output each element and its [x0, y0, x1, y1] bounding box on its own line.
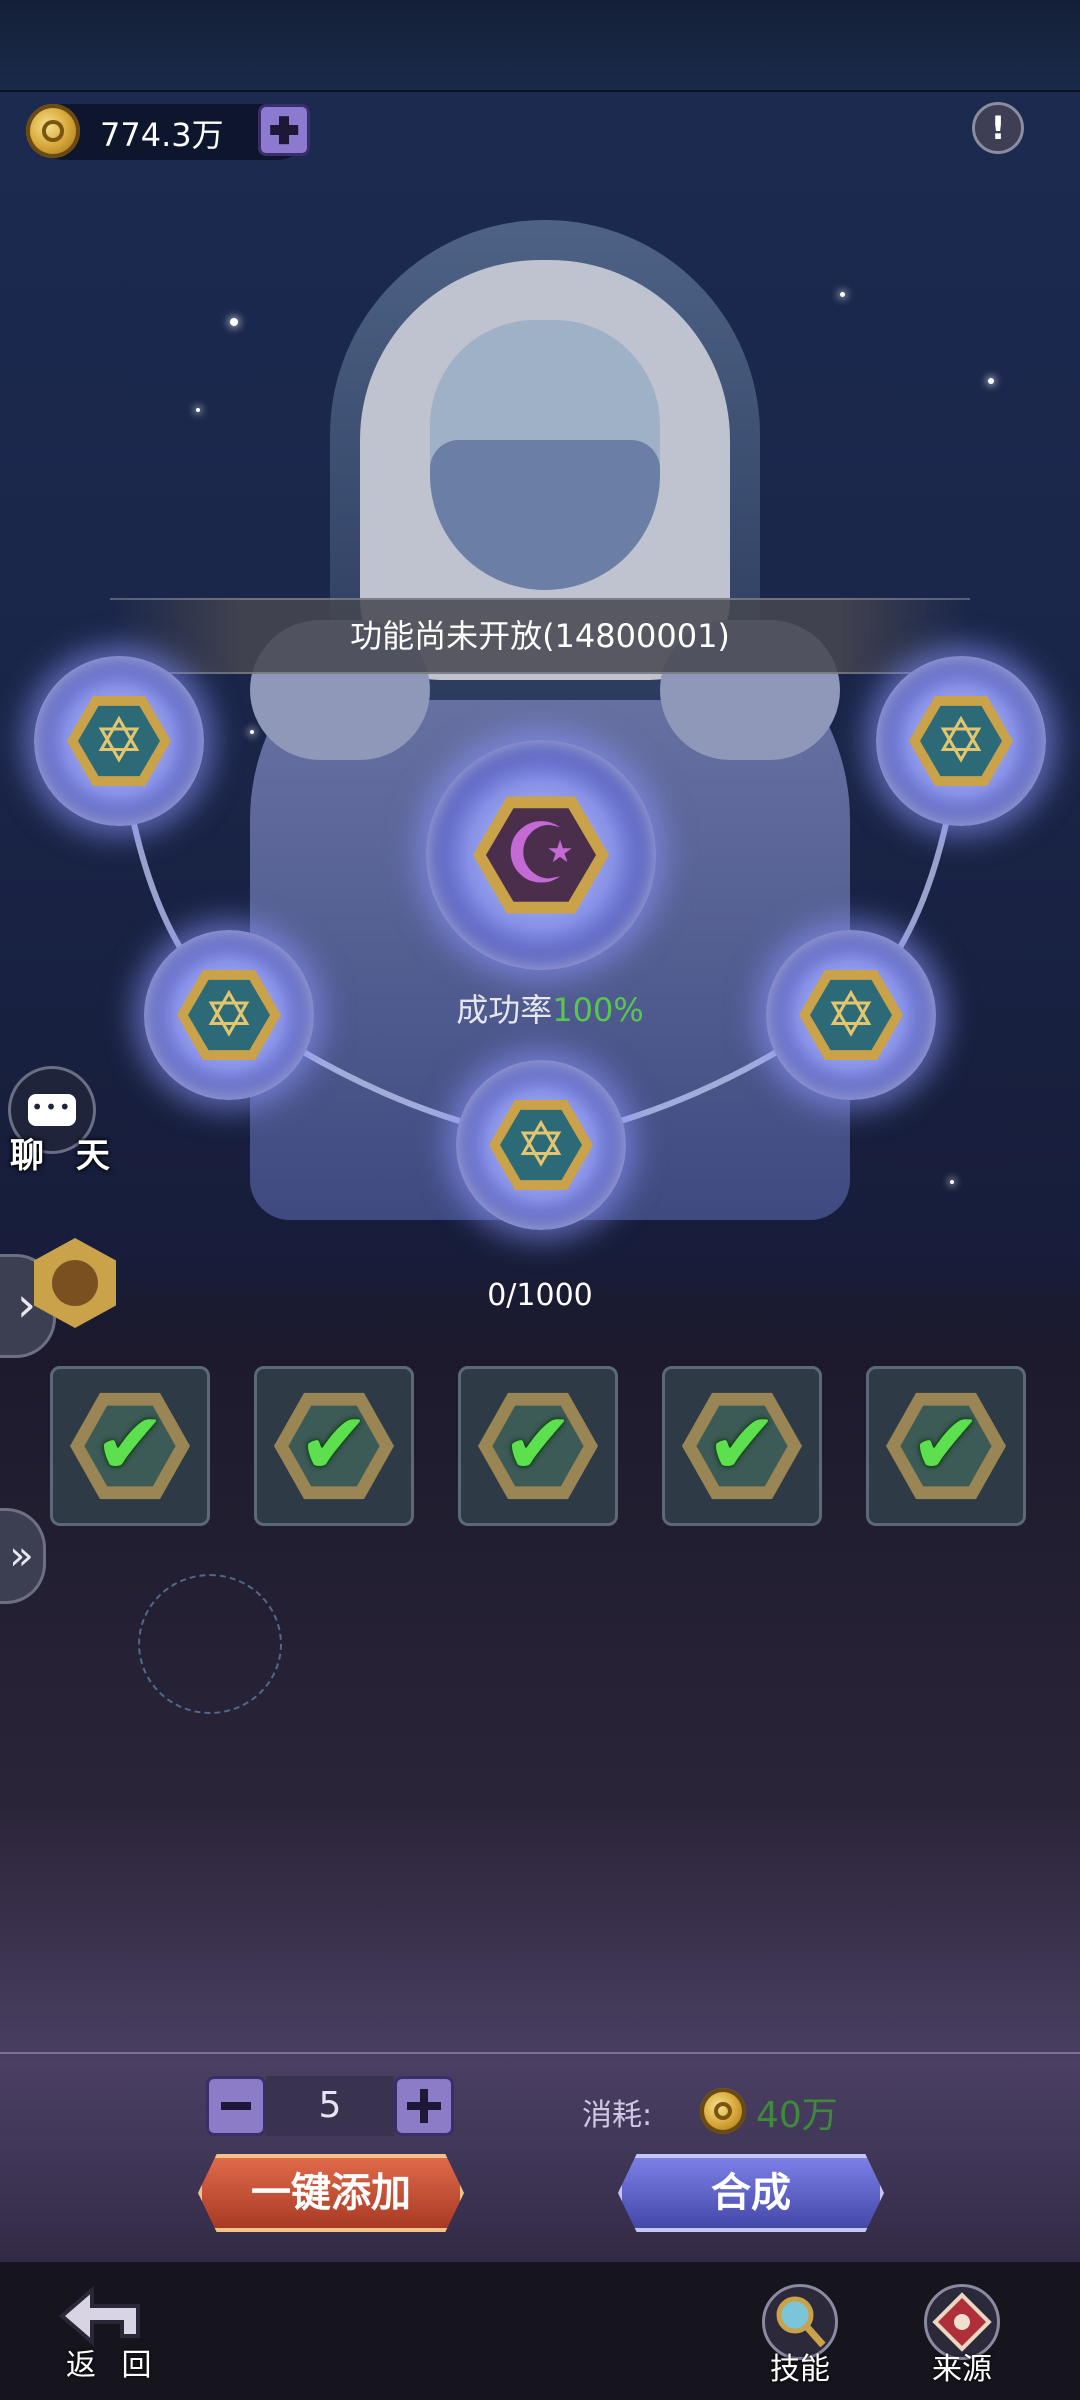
quantity-value[interactable]: 5 [266, 2076, 394, 2136]
material-orb-slot[interactable]: ✡ [766, 930, 936, 1100]
hexagram-icon: ✡ [825, 978, 877, 1051]
material-slot[interactable]: ✔ [50, 1366, 210, 1526]
checkmark-icon: ✔ [705, 1394, 779, 1495]
checkmark-icon: ✔ [501, 1394, 575, 1495]
result-orb[interactable]: ☪ [426, 740, 656, 970]
chat-bubble-icon: ••• [28, 1094, 76, 1126]
success-rate: 成功率100% [440, 985, 660, 1031]
locked-notice-banner: 功能尚未开放(14800001) [110, 598, 970, 674]
material-slot[interactable]: ✔ [458, 1366, 618, 1526]
checkmark-icon: ✔ [93, 1394, 167, 1495]
bottom-bar [0, 2262, 1080, 2400]
checkmark-icon: ✔ [297, 1394, 371, 1495]
double-chevron-right-icon: » [9, 1533, 34, 1579]
hexagram-icon: ✡ [93, 704, 145, 777]
source-label: 来源 [932, 2352, 992, 2387]
cost-value: 40万 [756, 2095, 838, 2136]
material-orb-slot[interactable]: ✡ [144, 930, 314, 1100]
hexagram-icon: ✡ [203, 978, 255, 1051]
hexagram-icon: ✡ [515, 1108, 567, 1181]
material-orb-slot[interactable]: ✡ [456, 1060, 626, 1230]
material-count: 0/1000 [487, 1278, 593, 1313]
material-slot[interactable]: ✔ [662, 1366, 822, 1526]
chevron-right-icon: › [16, 1277, 37, 1333]
hexagram-icon: ✡ [935, 704, 987, 777]
cost-label: 消耗: [582, 2098, 653, 2133]
floating-bubble-button[interactable] [138, 1574, 282, 1714]
material-slot[interactable]: ✔ [254, 1366, 414, 1526]
gold-coin-icon [700, 2088, 746, 2134]
material-orb-slot[interactable]: ✡ [876, 656, 1046, 826]
crescent-moon-icon: ☪ [503, 804, 579, 903]
material-orb-slot[interactable]: ✡ [34, 656, 204, 826]
side-drawer-button[interactable]: » [0, 1508, 46, 1604]
add-all-button[interactable]: 一键添加 [198, 2154, 464, 2232]
back-label: 返 回 [66, 2348, 160, 2383]
combine-button[interactable]: 合成 [618, 2154, 884, 2232]
material-slot[interactable]: ✔ [866, 1366, 1026, 1526]
checkmark-icon: ✔ [909, 1394, 983, 1495]
quantity-increase-button[interactable] [394, 2076, 454, 2136]
divider [0, 2052, 1080, 2054]
chat-label: 聊 天 [10, 1136, 120, 1176]
success-rate-value: 100% [552, 991, 644, 1029]
quantity-decrease-button[interactable] [206, 2076, 266, 2136]
success-rate-label: 成功率 [456, 991, 553, 1029]
skill-label: 技能 [770, 2352, 830, 2387]
